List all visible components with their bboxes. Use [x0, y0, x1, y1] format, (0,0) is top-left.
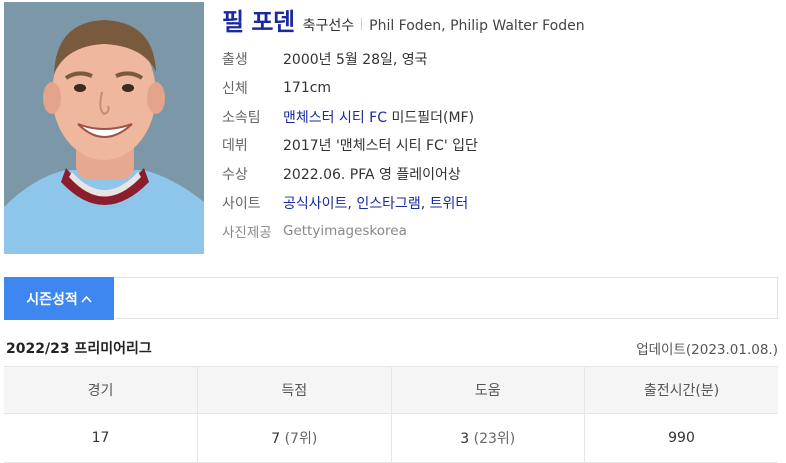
cell-minutes: 990 — [584, 413, 778, 463]
header-minutes: 출전시간(분) — [584, 366, 778, 414]
link-separator: , — [420, 195, 430, 212]
cell-assists: 3 (23위) — [391, 413, 585, 463]
cell-games: 17 — [4, 413, 198, 463]
info-label: 수상 — [222, 167, 248, 184]
info-value: Gettyimageskorea — [283, 223, 407, 240]
table-row: 17 7 (7위) 3 (23위) 990 — [4, 413, 778, 463]
twitter-link[interactable]: 트위터 — [430, 196, 469, 212]
season-title: 2022/23 프리미어리그 — [6, 341, 152, 357]
position-text: 미드필더(MF) — [387, 109, 475, 126]
title-row: 필 포덴 축구선수 Phil Foden, Philip Walter Fode… — [222, 2, 585, 36]
info-label: 신체 — [222, 81, 248, 98]
cell-goals: 7 (7위) — [197, 413, 392, 463]
assists-value: 3 — [460, 431, 470, 447]
info-value: 2022.06. PFA 영 플레이어상 — [283, 167, 461, 184]
info-label: 출생 — [222, 52, 248, 69]
header-games: 경기 — [4, 366, 198, 414]
tab-season-stats[interactable]: 시즌성적 — [4, 277, 114, 320]
info-row-team: 소속팀 맨체스터 시티 FC 미드필더(MF) — [222, 102, 478, 131]
info-value: 맨체스터 시티 FC 미드필더(MF) — [283, 107, 474, 127]
title-divider — [361, 18, 363, 30]
header-assists: 도움 — [391, 366, 585, 414]
info-row-sites: 사이트 공식사이트, 인스타그램, 트위터 — [222, 188, 478, 217]
team-link[interactable]: 맨체스터 시티 FC — [283, 110, 387, 126]
info-row-award: 수상 2022.06. PFA 영 플레이어상 — [222, 160, 478, 189]
info-value: 2017년 '맨체스터 시티 FC' 입단 — [283, 138, 478, 155]
player-photo — [4, 2, 204, 254]
player-name[interactable]: 필 포덴 — [222, 2, 295, 37]
player-role: 축구선수 — [302, 18, 355, 34]
tab-label: 시즌성적 — [26, 291, 78, 308]
instagram-link[interactable]: 인스타그램 — [356, 196, 420, 212]
info-row-photo-credit: 사진제공 Gettyimageskorea — [222, 217, 478, 246]
info-label: 사진제공 — [222, 225, 272, 242]
goals-rank: (7위) — [284, 431, 318, 447]
info-label: 데뷔 — [222, 138, 248, 155]
table-header-row: 경기 득점 도움 출전시간(분) — [4, 366, 778, 414]
tab-bar: 시즌성적 — [4, 277, 778, 320]
english-name: Phil Foden, Philip Walter Foden — [369, 18, 585, 34]
info-value: 171cm — [283, 80, 332, 97]
chevron-up-icon — [81, 295, 92, 303]
link-separator: , — [347, 195, 357, 212]
update-date: 업데이트(2023.01.08.) — [636, 342, 778, 358]
goals-value: 7 — [271, 431, 281, 447]
info-label: 소속팀 — [222, 109, 261, 126]
header-goals: 득점 — [197, 366, 392, 414]
info-label: 사이트 — [222, 195, 261, 212]
info-value: 2000년 5월 28일, 영국 — [283, 52, 428, 69]
info-row-birth: 출생 2000년 5월 28일, 영국 — [222, 45, 478, 74]
stats-table: 경기 득점 도움 출전시간(분) 17 7 (7위) 3 (23위) 990 — [4, 366, 778, 463]
info-row-debut: 데뷔 2017년 '맨체스터 시티 FC' 입단 — [222, 131, 478, 160]
info-row-body: 신체 171cm — [222, 74, 478, 103]
info-value: 공식사이트, 인스타그램, 트위터 — [283, 193, 468, 213]
assists-rank: (23위) — [473, 431, 516, 447]
profile-info: 출생 2000년 5월 28일, 영국 신체 171cm 소속팀 맨체스터 시티… — [222, 45, 478, 246]
official-site-link[interactable]: 공식사이트 — [283, 196, 347, 212]
